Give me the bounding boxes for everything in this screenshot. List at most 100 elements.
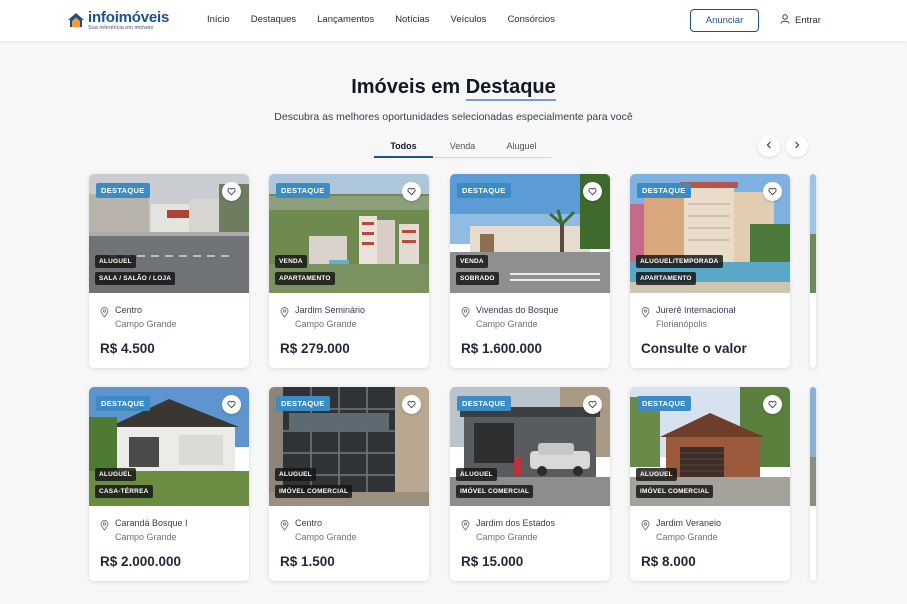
featured-badge: DESTAQUE [457, 396, 511, 411]
featured-badge: DESTAQUE [276, 396, 330, 411]
city: Campo Grande [656, 532, 718, 542]
tab-venda[interactable]: Venda [433, 139, 492, 157]
transaction-tag: ALUGUEL [95, 255, 136, 268]
top-header: infoimóveis Sua referência em imóveis In… [0, 0, 907, 41]
property-type-tag: SALA / SALÃO / LOJA [95, 272, 176, 285]
transaction-tag: ALUGUEL [636, 468, 677, 481]
neighborhood: Carandá Bosque I [115, 518, 188, 528]
featured-badge: DESTAQUE [637, 183, 691, 198]
heart-icon [407, 183, 416, 201]
property-type-tag: IMÓVEL COMERCIAL [275, 485, 353, 498]
carousel-next-button[interactable] [786, 135, 808, 157]
price: R$ 1.600.000 [461, 341, 543, 356]
city: Campo Grande [476, 319, 538, 329]
transaction-tag: ALUGUEL/TEMPORADA [636, 255, 723, 268]
price: R$ 1.500 [280, 554, 335, 569]
heart-icon [768, 396, 777, 414]
house-logo-icon [67, 11, 85, 29]
location: Centro Campo Grande [100, 305, 177, 329]
page-subtitle: Descubra as melhores oportunidades selec… [274, 111, 633, 123]
nav-destaques[interactable]: Destaques [251, 14, 296, 25]
favorite-button[interactable] [763, 182, 782, 201]
listing-card[interactable]: DESTAQUE VENDA SOBRADO Vivendas do Bosqu… [450, 174, 610, 368]
tab-aluguel[interactable]: Aluguel [492, 139, 551, 157]
neighborhood: Jardim dos Estados [476, 518, 556, 528]
transaction-tag: ALUGUEL [275, 468, 316, 481]
title-prefix: Imóveis em [351, 76, 466, 98]
nav-noticias[interactable]: Notícias [395, 14, 429, 25]
favorite-button[interactable] [583, 395, 602, 414]
nav-consorcios[interactable]: Consórcios [507, 14, 555, 25]
price: Consulte o valor [641, 341, 747, 356]
listing-card[interactable]: DESTAQUE ALUGUEL IMÓVEL COMERCIAL Centro… [269, 387, 429, 581]
nav-inicio[interactable]: Início [207, 14, 230, 25]
price: R$ 4.500 [100, 341, 155, 356]
user-icon [780, 14, 790, 27]
nav-lancamentos[interactable]: Lançamentos [317, 14, 374, 25]
listing-card[interactable]: DESTAQUE VENDA APARTAMENTO Jardim Seminá… [269, 174, 429, 368]
price: R$ 8.000 [641, 554, 696, 569]
location: Vivendas do Bosque Campo Grande [461, 305, 558, 329]
anunciar-button[interactable]: Anunciar [690, 9, 759, 32]
location-pin-icon [280, 518, 289, 542]
favorite-button[interactable] [222, 182, 241, 201]
location-pin-icon [641, 518, 650, 542]
transaction-tag: VENDA [275, 255, 307, 268]
favorite-button[interactable] [763, 395, 782, 414]
title-highlight: Destaque [465, 76, 556, 98]
logo-tagline: Sua referência em imóveis [88, 25, 154, 31]
property-type-tag: APARTAMENTO [275, 272, 335, 285]
chevron-right-icon [793, 140, 801, 152]
transaction-tag: VENDA [456, 255, 488, 268]
listing-photo [810, 174, 816, 293]
listing-card-partial[interactable] [810, 387, 816, 581]
featured-badge: DESTAQUE [96, 183, 150, 198]
city: Florianópolis [656, 319, 708, 329]
city: Campo Grande [476, 532, 538, 542]
listing-card[interactable]: DESTAQUE ALUGUEL CASA-TÉRREA Carandá Bos… [89, 387, 249, 581]
heart-icon [407, 396, 416, 414]
listing-card[interactable]: DESTAQUE ALUGUEL IMÓVEL COMERCIAL Jardim… [630, 387, 790, 581]
favorite-button[interactable] [402, 182, 421, 201]
featured-badge: DESTAQUE [637, 396, 691, 411]
heart-icon [768, 183, 777, 201]
login-link[interactable]: Entrar [780, 14, 821, 27]
neighborhood: Vivendas do Bosque [476, 305, 559, 315]
neighborhood: Centro [295, 518, 323, 528]
logo-name: infoimóveis [88, 9, 170, 26]
price: R$ 15.000 [461, 554, 524, 569]
heart-icon [227, 183, 236, 201]
listing-card[interactable]: DESTAQUE ALUGUEL SALA / SALÃO / LOJA Cen… [89, 174, 249, 368]
location-pin-icon [461, 518, 470, 542]
location: Carandá Bosque I Campo Grande [100, 518, 188, 542]
favorite-button[interactable] [583, 182, 602, 201]
property-type-tag: SOBRADO [456, 272, 499, 285]
transaction-tag: ALUGUEL [456, 468, 497, 481]
neighborhood: Jurerê Internacional [656, 305, 736, 315]
listing-card[interactable]: DESTAQUE ALUGUEL IMÓVEL COMERCIAL Jardim… [450, 387, 610, 581]
filter-tabs: Todos Venda Aluguel [374, 139, 551, 158]
listing-card-partial[interactable] [810, 174, 816, 368]
location-pin-icon [641, 305, 650, 329]
city: Campo Grande [115, 319, 177, 329]
favorite-button[interactable] [222, 395, 241, 414]
neighborhood: Centro [115, 305, 143, 315]
listing-photo [810, 387, 816, 506]
location-pin-icon [461, 305, 470, 329]
tab-todos[interactable]: Todos [374, 139, 433, 158]
city: Campo Grande [295, 319, 357, 329]
featured-badge: DESTAQUE [96, 396, 150, 411]
nav-veiculos[interactable]: Veículos [451, 14, 487, 25]
heart-icon [588, 183, 597, 201]
favorite-button[interactable] [402, 395, 421, 414]
featured-badge: DESTAQUE [457, 183, 511, 198]
location: Jardim dos Estados Campo Grande [461, 518, 555, 542]
price: R$ 279.000 [280, 341, 350, 356]
location-pin-icon [100, 305, 109, 329]
location: Centro Campo Grande [280, 518, 357, 542]
login-label: Entrar [795, 15, 821, 26]
carousel-prev-button[interactable] [758, 135, 780, 157]
listing-card[interactable]: DESTAQUE ALUGUEL/TEMPORADA APARTAMENTO J… [630, 174, 790, 368]
transaction-tag: ALUGUEL [95, 468, 136, 481]
logo[interactable]: infoimóveis Sua referência em imóveis [67, 10, 169, 32]
